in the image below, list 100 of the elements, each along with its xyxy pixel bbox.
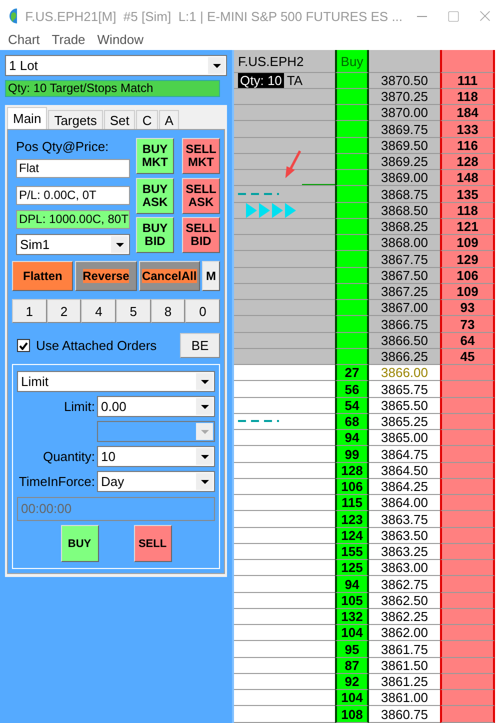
bid-cell[interactable] [335, 251, 369, 268]
bid-cell[interactable] [335, 219, 369, 235]
ladder-cell[interactable] [234, 316, 335, 333]
bid-cell[interactable]: 106 [335, 479, 369, 495]
sell-button[interactable]: SELL [134, 525, 172, 562]
dropdown-button[interactable] [196, 473, 213, 490]
bid-cell[interactable]: 123 [335, 511, 369, 528]
bid-cell[interactable]: 54 [335, 398, 369, 414]
bid-cell[interactable]: 115 [335, 495, 369, 511]
bid-cell[interactable] [335, 170, 369, 186]
bid-cell[interactable]: 132 [335, 609, 369, 625]
dropdown-button[interactable] [208, 57, 225, 74]
bid-cell[interactable]: 155 [335, 544, 369, 560]
ladder-cell[interactable] [234, 235, 335, 251]
ladder-cell[interactable] [234, 251, 335, 268]
ladder-cell[interactable] [234, 284, 335, 300]
ask-cell[interactable]: 111 [440, 73, 495, 89]
menu-item[interactable]: Window [91, 32, 150, 50]
bid-cell[interactable] [335, 316, 369, 333]
ask-cell[interactable] [440, 463, 495, 479]
ask-cell[interactable] [440, 593, 495, 609]
ask-cell[interactable] [440, 706, 495, 723]
ladder-cell[interactable]: Qty: 10 TA [234, 73, 335, 89]
quantity-preset-button[interactable]: 0 [185, 299, 220, 323]
ask-cell[interactable] [440, 544, 495, 560]
bid-cell[interactable]: 87 [335, 658, 369, 674]
bid-cell[interactable] [335, 284, 369, 300]
ask-cell[interactable] [440, 398, 495, 414]
bid-cell[interactable]: 104 [335, 690, 369, 706]
ask-cell[interactable]: 73 [440, 316, 495, 333]
ladder-cell[interactable] [234, 89, 335, 105]
tab[interactable]: Main [7, 107, 48, 129]
action-button[interactable]: M [202, 261, 220, 291]
ask-cell[interactable]: 184 [440, 105, 495, 121]
account-select[interactable]: Sim1 [16, 234, 130, 255]
ask-cell[interactable] [440, 381, 495, 398]
ask-cell[interactable]: 45 [440, 349, 495, 365]
quantity-preset-button[interactable]: 1 [12, 299, 47, 323]
bid-cell[interactable]: 124 [335, 528, 369, 544]
bid-cell[interactable]: 125 [335, 560, 369, 576]
bid-cell[interactable] [335, 186, 369, 203]
buy-button[interactable]: BUY BID [136, 217, 174, 254]
bid-cell[interactable] [335, 138, 369, 154]
ask-cell[interactable] [440, 479, 495, 495]
ask-cell[interactable]: 93 [440, 300, 495, 316]
sell-button[interactable]: SELL ASK [182, 178, 220, 214]
ask-cell[interactable] [440, 560, 495, 576]
dropdown-button[interactable] [111, 236, 128, 253]
ask-cell[interactable] [440, 528, 495, 544]
ask-cell[interactable] [440, 576, 495, 593]
ask-cell[interactable]: 128 [440, 154, 495, 170]
ladder-cell[interactable] [234, 186, 335, 203]
bid-cell[interactable]: 56 [335, 381, 369, 398]
ask-cell[interactable]: 118 [440, 89, 495, 105]
ladder-cell[interactable] [234, 300, 335, 316]
ask-cell[interactable]: 148 [440, 170, 495, 186]
bid-cell[interactable]: 105 [335, 593, 369, 609]
bid-cell[interactable] [335, 349, 369, 365]
order-field-select[interactable]: Day [97, 471, 215, 492]
ask-cell[interactable]: 118 [440, 203, 495, 219]
order-field-select[interactable]: 10 [97, 446, 215, 467]
ask-cell[interactable] [440, 511, 495, 528]
ladder-cell[interactable] [234, 105, 335, 121]
ladder-cell[interactable] [234, 170, 335, 186]
sell-button[interactable]: SELL BID [182, 217, 220, 254]
sell-button[interactable]: SELL MKT [182, 138, 220, 174]
bid-cell[interactable] [335, 333, 369, 349]
bid-cell[interactable]: 108 [335, 706, 369, 723]
ask-cell[interactable] [440, 641, 495, 658]
dropdown-button[interactable] [196, 373, 213, 390]
bid-cell[interactable]: 94 [335, 576, 369, 593]
ask-cell[interactable] [440, 625, 495, 641]
tab[interactable]: A [158, 110, 180, 129]
action-button[interactable]: Reverse [75, 261, 137, 291]
ladder-cell[interactable] [234, 138, 335, 154]
order-type-select[interactable]: Limit [17, 371, 215, 392]
ask-cell[interactable] [440, 674, 495, 690]
bid-cell[interactable]: 95 [335, 641, 369, 658]
ladder-cell[interactable] [234, 154, 335, 170]
bid-cell[interactable]: 99 [335, 446, 369, 463]
be-button[interactable]: BE [180, 333, 220, 358]
ladder-cell[interactable] [234, 268, 335, 284]
buy-button[interactable]: BUY ASK [136, 178, 174, 214]
dropdown-button[interactable] [196, 448, 213, 465]
ask-cell[interactable] [440, 414, 495, 430]
quantity-preset-button[interactable]: 8 [150, 299, 186, 323]
menu-item[interactable]: Chart [2, 32, 46, 50]
bid-cell[interactable] [335, 105, 369, 121]
ask-cell[interactable]: 135 [440, 186, 495, 203]
ladder-cell[interactable] [234, 121, 335, 138]
quantity-preset-button[interactable]: 4 [81, 299, 116, 323]
quantity-preset-button[interactable]: 5 [116, 299, 151, 323]
bid-cell[interactable]: 94 [335, 430, 369, 446]
dropdown-button[interactable] [196, 398, 213, 415]
ladder-cell[interactable] [234, 203, 335, 219]
ladder-cell[interactable] [234, 219, 335, 235]
tab[interactable]: Set [104, 110, 136, 129]
ask-cell[interactable]: 106 [440, 268, 495, 284]
ask-cell[interactable]: 129 [440, 251, 495, 268]
ask-cell[interactable]: 64 [440, 333, 495, 349]
